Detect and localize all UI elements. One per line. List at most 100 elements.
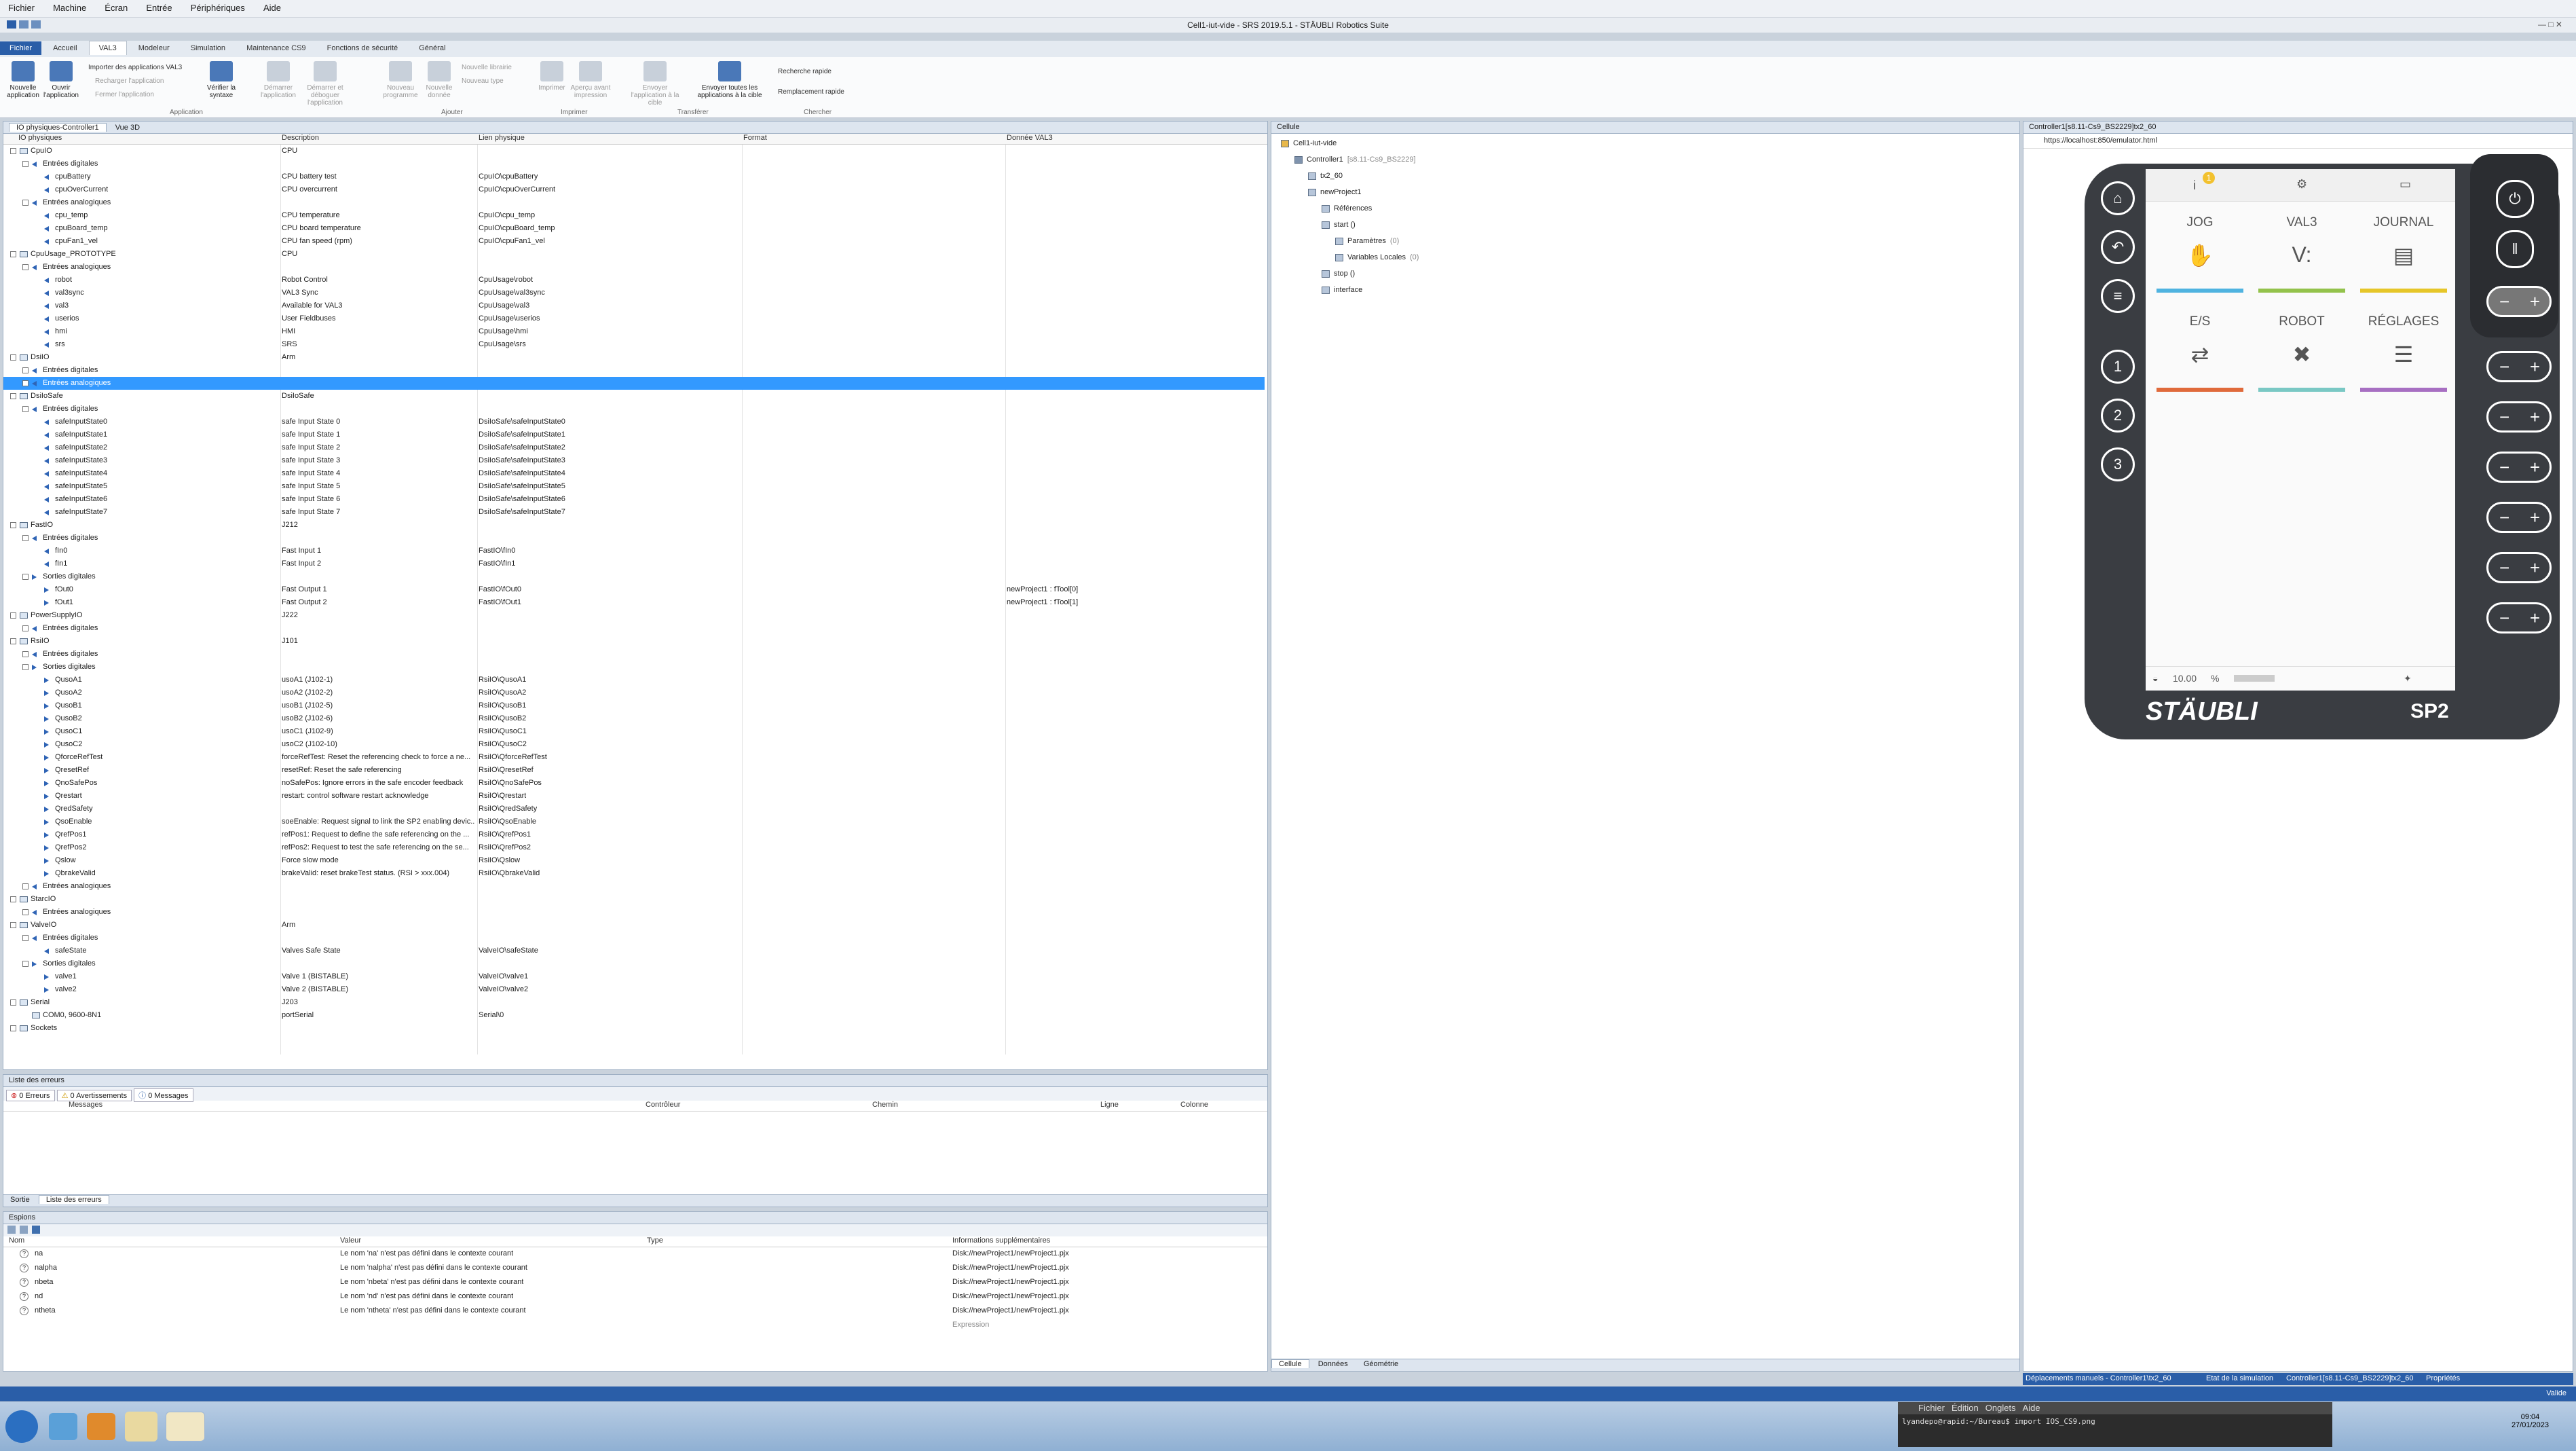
send-all-button[interactable]: Envoyer toutes les applications à la cib… (692, 61, 767, 99)
tile-jog[interactable]: JOG ✋ (2152, 204, 2247, 297)
pause-button[interactable]: ‖ (2496, 230, 2534, 268)
remove-watch-icon[interactable] (20, 1226, 28, 1234)
io-row[interactable]: robot Robot Control CpuUsage\robot (3, 274, 1265, 287)
status-sim[interactable]: Etat de la simulation (2206, 1374, 2273, 1382)
expand-toggle-icon[interactable] (10, 522, 16, 528)
io-row[interactable]: cpuBoard_temp CPU board temperature CpuIO\… (3, 222, 1265, 235)
screen-icon[interactable]: ▭ (2400, 177, 2411, 191)
jog-axis-4[interactable]: − + (2486, 502, 2552, 533)
io-row[interactable]: StarcIO (3, 893, 1265, 906)
expand-toggle-icon[interactable] (22, 625, 29, 631)
watch-row[interactable]: ? nbeta Le nom 'nbeta' n'est pas défini da… (3, 1276, 1267, 1289)
user-button-3[interactable]: 3 (2101, 447, 2135, 481)
col-valeur[interactable]: Valeur (340, 1236, 361, 1245)
io-row[interactable]: Entrées digitales (3, 532, 1265, 545)
col-ligne[interactable]: Ligne (1100, 1101, 1119, 1109)
tab-vue-3d[interactable]: Vue 3D (109, 124, 147, 132)
watch-row[interactable]: ? nd Le nom 'nd' n'est pas défini dans le … (3, 1290, 1267, 1303)
io-row[interactable]: fOut0 Fast Output 1 FastIO\fOut0 newProject… (3, 583, 1265, 596)
tab-fichier[interactable]: Fichier (0, 41, 42, 55)
io-row[interactable]: Entrées digitales (3, 158, 1265, 170)
io-row[interactable]: val3sync VAL3 Sync CpuUsage\val3sync (3, 287, 1265, 299)
cell-tree-item[interactable]: interface (1322, 286, 1362, 294)
io-row[interactable]: DsiIoSafe DsiIoSafe (3, 390, 1265, 403)
new-program-button[interactable]: Nouveau programme (381, 61, 419, 99)
col-lien[interactable]: Lien physique (479, 134, 525, 142)
import-apps-button[interactable]: Importer des applications VAL3 (88, 64, 182, 71)
tab-cellule[interactable]: Cellule (1271, 1359, 1309, 1368)
expand-toggle-icon[interactable] (22, 961, 29, 967)
cell-tree-item[interactable]: Paramètres (0) (1335, 237, 1399, 245)
term-menu-fichier[interactable]: Fichier (1918, 1403, 1945, 1413)
term-menu-edition[interactable]: Édition (1952, 1403, 1979, 1413)
io-row[interactable]: Entrées digitales (3, 622, 1265, 635)
expand-toggle-icon[interactable] (10, 638, 16, 644)
io-row[interactable]: QusoC1 usoC1 (J102-9) RsiIO\QusoC1 (3, 725, 1265, 738)
close-app-button[interactable]: Fermer l'application (95, 91, 154, 98)
tile-val3[interactable]: VAL3 V: (2254, 204, 2349, 297)
tab-accueil[interactable]: Accueil (43, 41, 86, 55)
io-row[interactable]: fIn0 Fast Input 1 FastIO\fIn0 (3, 545, 1265, 557)
expand-toggle-icon[interactable] (22, 574, 29, 580)
user-button-2[interactable]: 2 (2101, 399, 2135, 433)
tab-io-physiques[interactable]: IO physiques-Controller1 (9, 123, 107, 132)
expand-toggle-icon[interactable] (10, 612, 16, 619)
io-row[interactable]: QrefPos1 refPos1: Request to define the s… (3, 828, 1265, 841)
tab-general[interactable]: Général (409, 41, 455, 55)
robot-status-icon[interactable]: ⚙ (2296, 177, 2307, 191)
cell-tree-item[interactable]: Controller1 [s8.11-Cs9_BS2229] (1294, 155, 1416, 164)
refresh-icon[interactable] (32, 1226, 40, 1234)
menu-ecran[interactable]: Écran (96, 0, 136, 16)
print-preview-button[interactable]: Aperçu avant impression (570, 61, 611, 99)
io-row[interactable]: COM0, 9600-8N1 portSerial Serial\0 (3, 1009, 1265, 1022)
io-row[interactable]: safeInputState5 safe Input State 5 DsiIoSa… (3, 480, 1265, 493)
start-app-button[interactable]: Démarrer l'application (258, 61, 299, 99)
io-row[interactable]: valve2 Valve 2 (BISTABLE) ValveIO\valve2 (3, 983, 1265, 996)
io-row[interactable]: Entrées analogiques (3, 906, 1265, 919)
col-messages[interactable]: Messages (69, 1101, 102, 1109)
io-row[interactable]: cpuOverCurrent CPU overcurrent CpuIO\cpuOv… (3, 183, 1265, 196)
io-row[interactable]: Entrées analogiques (3, 377, 1265, 390)
window-controls[interactable]: — □ ✕ (2538, 20, 2562, 29)
jog-axis-6[interactable]: − + (2486, 602, 2552, 633)
quick-search-button[interactable]: Recherche rapide (778, 68, 832, 75)
io-row[interactable]: safeInputState6 safe Input State 6 DsiIoSa… (3, 493, 1265, 506)
menu-aide[interactable]: Aide (255, 0, 289, 16)
tab-simulation[interactable]: Simulation (181, 41, 235, 55)
status-props[interactable]: Propriétés (2426, 1374, 2460, 1382)
io-row[interactable]: RsiIO J101 (3, 635, 1265, 648)
io-row[interactable]: safeState Valves Safe State ValveIO\safeSt… (3, 944, 1265, 957)
io-row[interactable]: QusoB1 usoB1 (J102-5) RsiIO\QusoB1 (3, 699, 1265, 712)
verify-syntax-button[interactable]: Vérifier la syntaxe (201, 61, 242, 99)
io-row[interactable]: Entrées digitales (3, 403, 1265, 416)
io-row[interactable]: Sockets (3, 1022, 1265, 1035)
term-menu-onglets[interactable]: Onglets (1985, 1403, 2016, 1413)
speed-bar[interactable] (2234, 675, 2275, 682)
io-row[interactable]: QusoB2 usoB2 (J102-6) RsiIO\QusoB2 (3, 712, 1265, 725)
tab-donnees[interactable]: Données (1311, 1360, 1355, 1368)
new-type-button[interactable]: Nouveau type (462, 77, 504, 85)
io-row[interactable]: safeInputState3 safe Input State 3 DsiIoSa… (3, 454, 1265, 467)
col-nom[interactable]: Nom (9, 1236, 24, 1245)
io-row[interactable]: srs SRS CpuUsage\srs (3, 338, 1265, 351)
tile-robot[interactable]: ROBOT ✖ (2254, 304, 2349, 396)
expand-toggle-icon[interactable] (10, 922, 16, 928)
col-io[interactable]: IO physiques (18, 134, 62, 142)
tab-modeleur[interactable]: Modeleur (129, 41, 179, 55)
send-app-button[interactable]: Envoyer l'application à la cible (624, 61, 686, 107)
cell-tree-item[interactable]: Variables Locales (0) (1335, 253, 1419, 261)
expand-toggle-icon[interactable] (22, 664, 29, 670)
io-row[interactable]: Entrées analogiques (3, 261, 1265, 274)
io-row[interactable]: QresetRef resetRef: Reset the safe refere… (3, 764, 1265, 777)
io-row[interactable]: PowerSupplyIO J222 (3, 609, 1265, 622)
cell-tree-item[interactable]: Références (1322, 204, 1372, 213)
tab-maintenance[interactable]: Maintenance CS9 (237, 41, 315, 55)
io-row[interactable]: safeInputState1 safe Input State 1 DsiIoSa… (3, 428, 1265, 441)
col-infos[interactable]: Informations supplémentaires (952, 1236, 1050, 1245)
info-icon[interactable]: i (2193, 179, 2196, 193)
col-format[interactable]: Format (743, 134, 767, 142)
col-chemin[interactable]: Chemin (872, 1101, 898, 1109)
col-colonne[interactable]: Colonne (1180, 1101, 1208, 1109)
expand-toggle-icon[interactable] (22, 367, 29, 373)
expand-toggle-icon[interactable] (22, 883, 29, 889)
